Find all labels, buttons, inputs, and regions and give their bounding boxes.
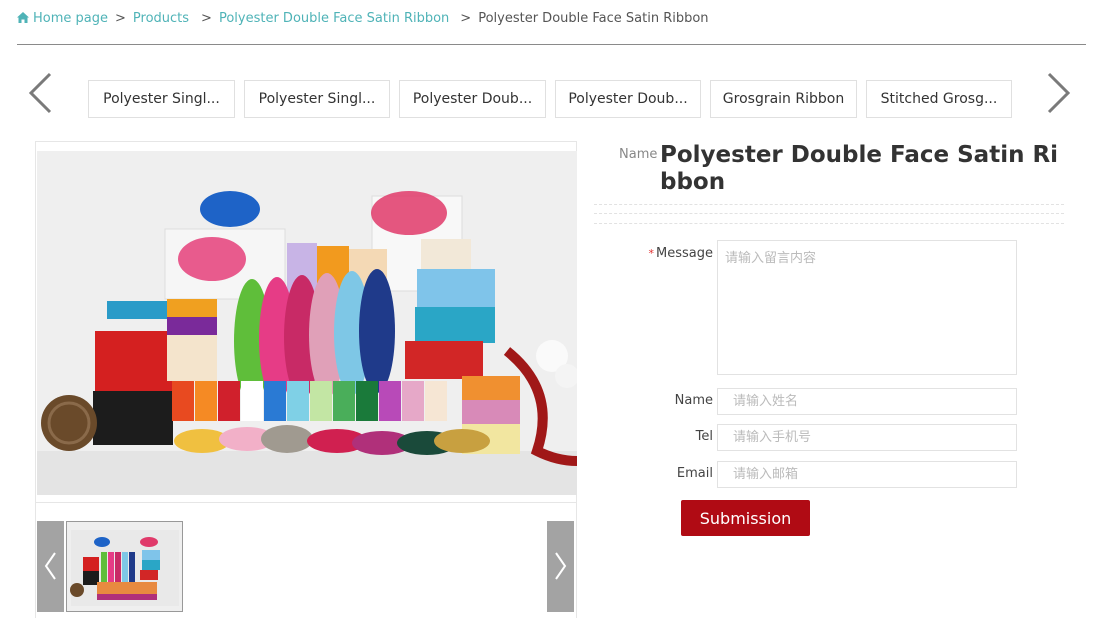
breadcrumb-category-link[interactable]: Polyester Double Face Satin Ribbon bbox=[219, 11, 449, 26]
category-prev-arrow-icon[interactable] bbox=[26, 70, 56, 116]
category-tab[interactable]: Grosgrain Ribbon bbox=[710, 80, 857, 118]
category-tab[interactable]: Polyester Doub... bbox=[555, 80, 701, 118]
tel-input[interactable] bbox=[717, 424, 1017, 451]
chevron-left-icon bbox=[44, 552, 56, 580]
thumbnail-next-button[interactable] bbox=[547, 521, 574, 612]
message-label: * Message bbox=[633, 246, 713, 261]
email-input[interactable] bbox=[717, 461, 1017, 488]
product-thumbnail[interactable] bbox=[66, 521, 183, 612]
breadcrumb-products-link[interactable]: Products bbox=[133, 11, 189, 26]
chevron-right-icon bbox=[555, 552, 567, 580]
name-label: Name bbox=[674, 393, 713, 408]
category-tab[interactable]: Polyester Singl... bbox=[244, 80, 390, 118]
ribbon-spools-illustration bbox=[37, 151, 577, 495]
breadcrumb-separator: > bbox=[460, 11, 472, 26]
breadcrumb-home-link[interactable]: Home page bbox=[33, 11, 108, 26]
category-tab[interactable]: Stitched Grosg... bbox=[866, 80, 1012, 118]
breadcrumb-current: Polyester Double Face Satin Ribbon bbox=[478, 11, 709, 26]
thumbnail-image bbox=[67, 522, 182, 611]
message-label-text: Message bbox=[656, 246, 713, 261]
category-tab[interactable]: Polyester Singl... bbox=[88, 80, 235, 118]
image-divider bbox=[36, 502, 576, 503]
breadcrumb-separator: > bbox=[115, 11, 126, 26]
required-mark: * bbox=[648, 247, 655, 260]
category-next-arrow-icon[interactable] bbox=[1043, 70, 1073, 116]
product-image-panel bbox=[35, 141, 577, 618]
email-label: Email bbox=[676, 466, 713, 481]
product-name-label: Name bbox=[619, 147, 658, 162]
category-tab[interactable]: Polyester Doub... bbox=[399, 80, 546, 118]
breadcrumb-separator: > bbox=[201, 11, 212, 26]
message-textarea[interactable] bbox=[717, 240, 1017, 375]
home-icon bbox=[17, 12, 29, 23]
dashed-divider bbox=[594, 213, 1064, 214]
dashed-divider bbox=[594, 223, 1064, 224]
product-main-image[interactable] bbox=[37, 151, 577, 495]
dashed-divider bbox=[594, 204, 1064, 205]
product-title: Polyester Double Face Satin Ribbon bbox=[660, 142, 1059, 195]
thumbnail-prev-button[interactable] bbox=[37, 521, 64, 612]
tel-label: Tel bbox=[695, 429, 713, 444]
name-input[interactable] bbox=[717, 388, 1017, 415]
header-divider bbox=[17, 44, 1086, 45]
submit-button[interactable]: Submission bbox=[681, 500, 810, 536]
breadcrumb: Home page > Products > Polyester Double Face… bbox=[17, 10, 709, 28]
